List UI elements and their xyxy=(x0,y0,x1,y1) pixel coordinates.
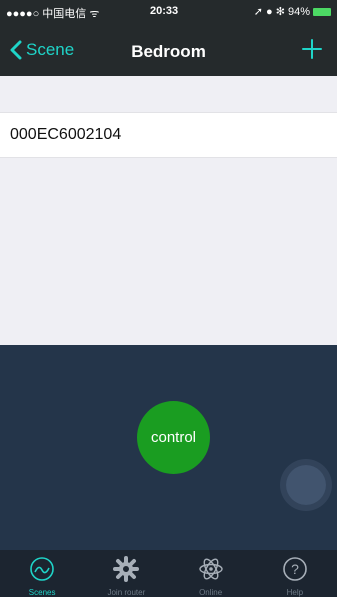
tab-scenes[interactable]: Scenes xyxy=(0,550,84,597)
tab-label: Scenes xyxy=(28,588,56,597)
top-bar: ●●●●○ 中国电信 ᯤ 20:33 ➚ ● ✻ 94% Scene Bedro… xyxy=(0,0,337,76)
tab-label: Online xyxy=(199,588,223,597)
assistive-touch-button[interactable] xyxy=(286,465,326,505)
svg-text:?: ? xyxy=(291,561,299,577)
battery-icon xyxy=(313,8,331,16)
control-button-label: control xyxy=(150,429,197,446)
tab-online[interactable]: Online xyxy=(169,550,253,597)
navigation-bar: Scene Bedroom xyxy=(0,32,337,72)
tab-label: Help xyxy=(286,588,304,597)
tab-help[interactable]: ? Help xyxy=(253,550,337,597)
gear-icon xyxy=(113,556,140,582)
control-panel: control xyxy=(0,345,337,550)
carrier-text: ●●●●○ 中国电信 ᯤ xyxy=(6,8,100,20)
plus-icon xyxy=(302,39,322,59)
scenes-icon xyxy=(30,557,54,581)
status-right: ➚ ● ✻ 94% xyxy=(254,5,331,18)
control-button[interactable]: control xyxy=(137,401,210,474)
help-icon: ? xyxy=(283,557,307,581)
status-indicators: ➚ ● ✻ 94% xyxy=(253,6,310,18)
device-list-item[interactable]: 000EC6002104 xyxy=(0,112,337,158)
device-id: 000EC6002104 xyxy=(10,126,122,143)
status-bar: ●●●●○ 中国电信 ᯤ 20:33 ➚ ● ✻ 94% xyxy=(0,0,337,22)
page-title: Bedroom xyxy=(131,42,206,61)
tab-join-router[interactable]: Join router xyxy=(84,550,168,597)
tab-label: Join router xyxy=(107,588,146,597)
add-button[interactable] xyxy=(297,34,327,64)
tab-bar: Scenes Join router Online ? Help xyxy=(0,550,337,597)
atom-icon xyxy=(198,558,223,580)
clock: 20:33 xyxy=(150,5,179,17)
